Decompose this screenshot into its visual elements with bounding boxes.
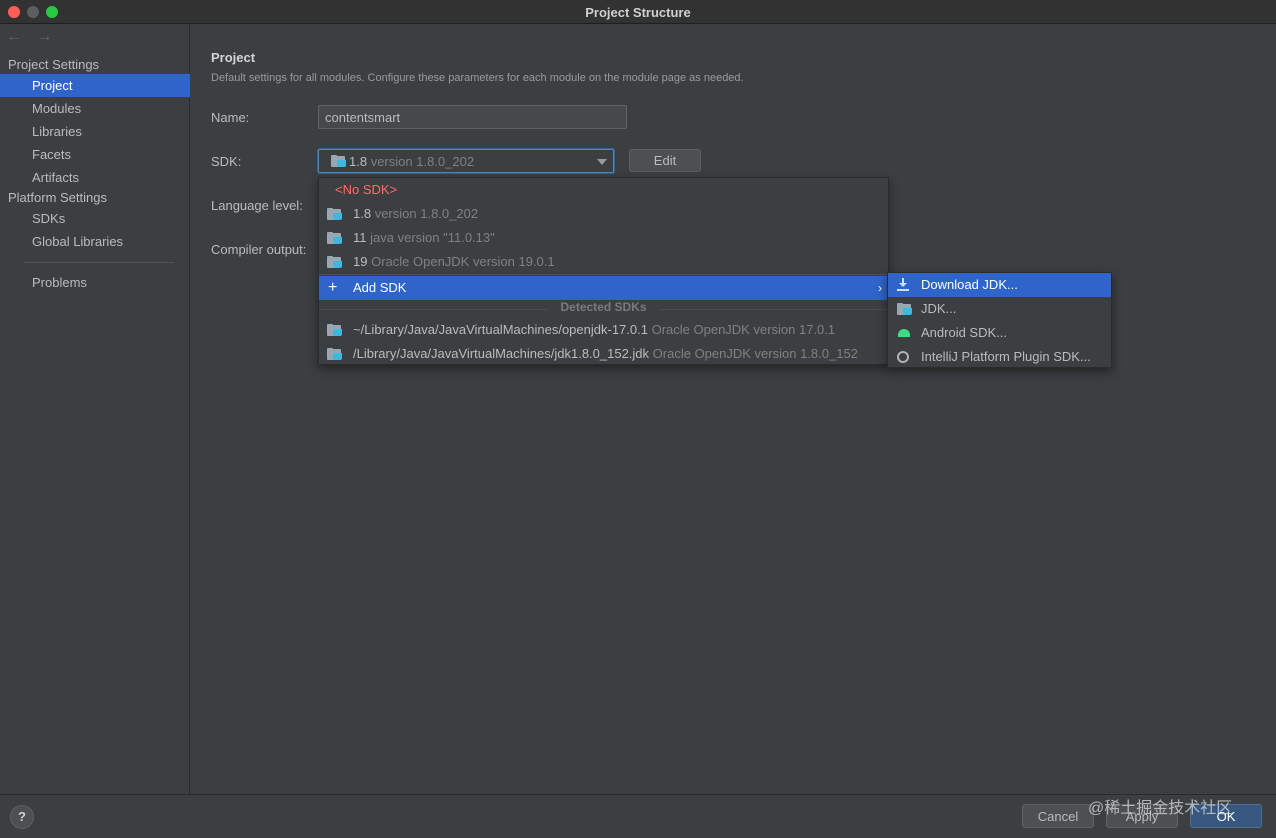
forward-arrow-icon[interactable]: → [36,28,52,45]
download-jdk-menu-item[interactable]: Download JDK... [888,273,1111,297]
plus-icon: + [328,279,338,296]
sidebar-item-libraries[interactable]: Libraries [0,120,190,143]
window-title: Project Structure [585,5,691,20]
watermark-text: @稀土掘金技术社区 [1088,800,1233,817]
sdk-combobox[interactable]: 1.8 version 1.8.0_202 [318,149,614,173]
language-level-label: Language level: [211,198,303,213]
sidebar-item-sdks[interactable]: SDKs [0,207,190,230]
sdk-label: SDK: [211,154,242,169]
jdk-folder-icon [327,208,342,220]
back-arrow-icon[interactable]: ← [6,28,22,45]
chevron-right-icon: › [878,281,882,295]
add-sdk-submenu: Download JDK... JDK... Android SDK... In… [887,272,1112,368]
sidebar-divider [24,262,174,263]
chevron-down-icon [597,159,607,165]
platform-settings-title: Platform Settings [8,190,107,205]
title-bar: Project Structure [0,0,1276,24]
navigation-arrows: ← → [6,28,62,46]
sdk-option-no-sdk[interactable]: <No SDK> [319,178,888,202]
detected-sdk-jdk-1-8-152[interactable]: /Library/Java/JavaVirtualMachines/jdk1.8… [319,342,888,366]
page-description: Default settings for all modules. Config… [211,72,744,84]
sidebar: ← → Project Settings Project Modules Lib… [0,24,190,794]
sidebar-item-artifacts[interactable]: Artifacts [0,166,190,189]
page-title: Project [211,50,256,65]
sdk-option-11[interactable]: 11 java version "11.0.13" [319,226,888,250]
android-icon [898,329,910,337]
sdk-folder-icon [331,155,346,167]
edit-sdk-button[interactable]: Edit [629,149,701,172]
compiler-output-label: Compiler output: [211,242,307,257]
project-name-input[interactable] [318,105,627,129]
cancel-button[interactable]: Cancel [1022,804,1094,828]
project-settings-panel: Project Default settings for all modules… [191,24,1276,794]
intellij-plugin-sdk-menu-item[interactable]: IntelliJ Platform Plugin SDK... [888,345,1111,369]
android-sdk-menu-item[interactable]: Android SDK... [888,321,1111,345]
sdk-selected-value: 1.8 version 1.8.0_202 [349,154,475,169]
add-sdk-menu-item[interactable]: + Add SDK › [319,276,888,300]
dropdown-separator [319,274,888,275]
detected-sdk-openjdk-17[interactable]: ~/Library/Java/JavaVirtualMachines/openj… [319,318,888,342]
help-button[interactable]: ? [10,805,34,829]
detected-sdks-header: Detected SDKs [319,300,888,318]
name-label: Name: [211,110,250,125]
sidebar-item-project[interactable]: Project [0,74,190,97]
jdk-folder-icon [897,303,912,315]
project-settings-title: Project Settings [8,57,100,72]
jdk-folder-icon [327,232,342,244]
jdk-folder-icon [327,324,342,336]
jdk-folder-icon [327,348,342,360]
jdk-menu-item[interactable]: JDK... [888,297,1111,321]
plugin-icon [897,351,909,363]
sidebar-item-modules[interactable]: Modules [0,97,190,120]
sidebar-item-global-libraries[interactable]: Global Libraries [0,230,190,253]
sdk-option-19[interactable]: 19 Oracle OpenJDK version 19.0.1 [319,250,888,274]
jdk-folder-icon [327,256,342,268]
download-icon [897,278,910,292]
sdk-dropdown-list: <No SDK> 1.8 version 1.8.0_202 11 java v… [318,177,889,365]
dialog-footer: ? Cancel Apply OK [0,794,1276,838]
sdk-option-1-8[interactable]: 1.8 version 1.8.0_202 [319,202,888,226]
sidebar-item-problems[interactable]: Problems [0,271,190,294]
sidebar-item-facets[interactable]: Facets [0,143,190,166]
